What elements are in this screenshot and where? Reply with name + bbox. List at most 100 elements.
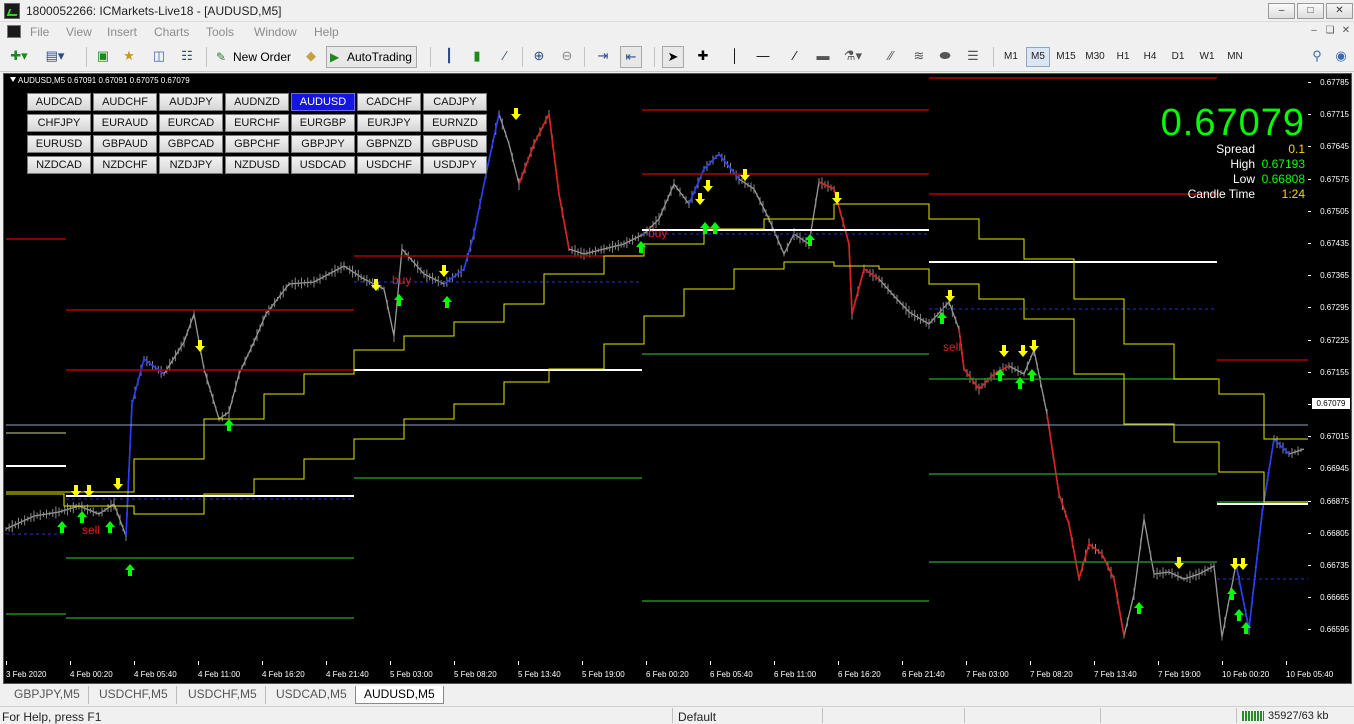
x-tick-mark xyxy=(710,661,711,665)
symbol-button-eurusd[interactable]: EURUSD xyxy=(27,135,91,153)
symbol-button-nzdchf[interactable]: NZDCHF xyxy=(93,156,157,174)
symbol-button-audnzd[interactable]: AUDNZD xyxy=(225,93,289,111)
trend-segment xyxy=(125,357,165,537)
x-tick-label: 10 Feb 05:40 xyxy=(1286,670,1334,679)
timeframe-mn[interactable]: MN xyxy=(1222,47,1248,67)
menu-file[interactable]: File xyxy=(30,25,49,39)
mdi-minimize-button[interactable]: – xyxy=(1306,24,1322,38)
timeframe-w1[interactable]: W1 xyxy=(1193,47,1221,67)
chart-shift-icon[interactable]: ⇤ xyxy=(620,46,642,68)
zoom-in-icon[interactable]: ⊕ xyxy=(528,46,550,68)
fibonacci-icon[interactable]: ≋ xyxy=(908,46,930,68)
zoom-out-icon[interactable]: ⊖ xyxy=(556,46,578,68)
up-arrow-icon xyxy=(1227,588,1237,600)
timeframe-h4[interactable]: H4 xyxy=(1137,47,1163,67)
menu-help[interactable]: Help xyxy=(314,25,339,39)
x-tick-mark xyxy=(1286,661,1287,665)
timeframe-d1[interactable]: D1 xyxy=(1164,47,1192,67)
symbol-button-gbpcad[interactable]: GBPCAD xyxy=(159,135,223,153)
channel-icon[interactable]: ⁄⁄ xyxy=(880,46,902,68)
symbol-button-audchf[interactable]: AUDCHF xyxy=(93,93,157,111)
tab-usdchf[interactable]: USDCHF,M5 xyxy=(91,686,177,704)
tab-gbpjpy[interactable]: GBPJPY,M5 xyxy=(6,686,89,704)
timeframe-m1[interactable]: M1 xyxy=(998,47,1024,67)
timeframe-h1[interactable]: H1 xyxy=(1110,47,1136,67)
data-window-icon[interactable]: ★ xyxy=(118,46,140,68)
x-tick-label: 5 Feb 08:20 xyxy=(454,670,497,679)
menu-charts[interactable]: Charts xyxy=(154,25,189,39)
minimize-button[interactable]: – xyxy=(1268,3,1295,19)
symbol-button-eurcad[interactable]: EURCAD xyxy=(159,114,223,132)
trendline-icon[interactable]: ∕ xyxy=(784,46,806,68)
y-tick-mark xyxy=(1308,468,1311,470)
symbol-button-cadchf[interactable]: CADCHF xyxy=(357,93,421,111)
symbol-button-gbpchf[interactable]: GBPCHF xyxy=(225,135,289,153)
bar-chart-icon[interactable]: ┃ xyxy=(438,46,460,68)
symbol-button-eurchf[interactable]: EURCHF xyxy=(225,114,289,132)
shapes-icon[interactable]: ⚗▾ xyxy=(842,46,864,68)
timeframe-m15[interactable]: M15 xyxy=(1052,47,1080,67)
symbol-button-usdcad[interactable]: USDCAD xyxy=(291,156,355,174)
mdi-restore-button[interactable]: ❏ xyxy=(1322,24,1338,38)
timeframe-m5[interactable]: M5 xyxy=(1026,47,1050,67)
symbol-button-cadjpy[interactable]: CADJPY xyxy=(423,93,487,111)
symbol-button-eurgbp[interactable]: EURGBP xyxy=(291,114,355,132)
chart-window-icon[interactable] xyxy=(7,25,21,38)
symbol-button-eurjpy[interactable]: EURJPY xyxy=(357,114,421,132)
symbol-button-nzdcad[interactable]: NZDCAD xyxy=(27,156,91,174)
menu-view[interactable]: View xyxy=(66,25,92,39)
horizontal-line-icon[interactable]: — xyxy=(752,46,774,68)
autoscroll-icon[interactable]: ⇥ xyxy=(592,46,614,68)
rectangle-icon[interactable]: ▬ xyxy=(812,46,834,68)
symbol-button-usdjpy[interactable]: USDJPY xyxy=(423,156,487,174)
mdi-close-button[interactable]: ✕ xyxy=(1338,24,1354,38)
maximize-button[interactable]: □ xyxy=(1297,3,1324,19)
text-tool-icon[interactable]: ☰ xyxy=(962,46,984,68)
metaeditor-icon[interactable]: ◆ xyxy=(300,46,322,68)
community-icon[interactable]: ◉ xyxy=(1330,46,1352,68)
profiles-icon[interactable]: ▤▾ xyxy=(44,46,66,68)
time-axis[interactable]: 3 Feb 2020 4 Feb 00:20 4 Feb 05:40 4 Feb 11… xyxy=(4,661,1333,683)
terminal-icon[interactable]: ☷ xyxy=(176,46,198,68)
down-arrow-icon xyxy=(1174,557,1184,569)
symbol-button-nzdjpy[interactable]: NZDJPY xyxy=(159,156,223,174)
symbol-button-gbpusd[interactable]: GBPUSD xyxy=(423,135,487,153)
search-icon[interactable]: ⚲ xyxy=(1306,46,1328,68)
navigator-icon[interactable]: ◫ xyxy=(148,46,170,68)
symbol-button-audcad[interactable]: AUDCAD xyxy=(27,93,91,111)
market-watch-icon[interactable]: ▣ xyxy=(92,46,114,68)
symbol-button-usdchf[interactable]: USDCHF xyxy=(357,156,421,174)
symbol-button-gbpaud[interactable]: GBPAUD xyxy=(93,135,157,153)
menu-tools[interactable]: Tools xyxy=(206,25,234,39)
tab-usdchf-2[interactable]: USDCHF,M5 xyxy=(180,686,266,704)
symbol-button-euraud[interactable]: EURAUD xyxy=(93,114,157,132)
symbol-button-gbpjpy[interactable]: GBPJPY xyxy=(291,135,355,153)
timeframe-m30[interactable]: M30 xyxy=(1081,47,1109,67)
vertical-line-icon[interactable]: │ xyxy=(724,46,746,68)
y-tick-label: 0.66665 xyxy=(1320,593,1349,603)
symbol-button-chfjpy[interactable]: CHFJPY xyxy=(27,114,91,132)
new-chart-icon[interactable]: ✚▾ xyxy=(8,46,30,68)
cursor-icon[interactable]: ➤ xyxy=(662,46,684,68)
ellipse-icon[interactable]: ⬬ xyxy=(934,46,956,68)
symbol-button-audusd[interactable]: AUDUSD xyxy=(291,93,355,111)
symbol-button-nzdusd[interactable]: NZDUSD xyxy=(225,156,289,174)
candlestick-icon[interactable]: ▮ xyxy=(466,46,488,68)
menu-insert[interactable]: Insert xyxy=(107,25,137,39)
autotrading-button[interactable]: ▶ AutoTrading xyxy=(326,46,417,68)
x-tick-mark xyxy=(390,661,391,665)
symbol-button-gbpnzd[interactable]: GBPNZD xyxy=(357,135,421,153)
up-arrow-icon xyxy=(394,294,404,306)
menu-window[interactable]: Window xyxy=(254,25,297,39)
new-order-button[interactable]: ✎ New Order xyxy=(212,46,296,68)
crosshair-icon[interactable]: ✚ xyxy=(692,46,714,68)
chart-area[interactable]: sell buy buy sell AUDUSD,M5 0.67091 0.67091… xyxy=(3,73,1352,684)
price-axis[interactable]: 0.67785 0.67715 0.67645 0.67575 0.67505 0.674… xyxy=(1308,74,1351,683)
symbol-button-eurnzd[interactable]: EURNZD xyxy=(423,114,487,132)
tab-usdcad[interactable]: USDCAD,M5 xyxy=(268,686,356,704)
line-chart-icon[interactable]: ∕ xyxy=(494,46,516,68)
close-button[interactable]: ✕ xyxy=(1326,3,1353,19)
symbol-button-audjpy[interactable]: AUDJPY xyxy=(159,93,223,111)
x-tick-mark xyxy=(1094,661,1095,665)
tab-audusd[interactable]: AUDUSD,M5 xyxy=(355,686,444,704)
